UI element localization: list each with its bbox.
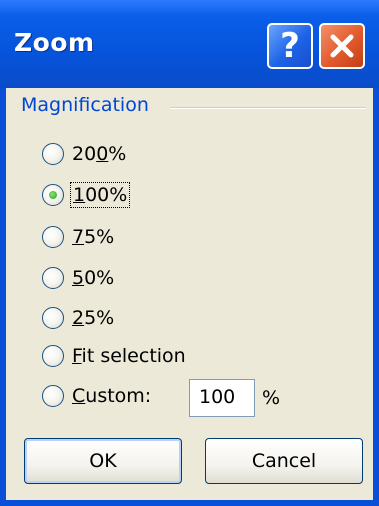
- radio-label: 50%: [72, 267, 115, 289]
- custom-zoom-input[interactable]: 100: [189, 379, 255, 417]
- radio-label: 200%: [72, 143, 127, 165]
- radio-label: Fit selection: [72, 345, 186, 367]
- radio-label: 75%: [72, 226, 115, 248]
- radio-button-selected[interactable]: [42, 184, 64, 206]
- help-button[interactable]: ?: [267, 23, 313, 69]
- percent-unit-label: %: [262, 387, 281, 409]
- radio-label: 100%: [69, 182, 131, 208]
- ok-button[interactable]: OK: [24, 438, 182, 484]
- radio-100-percent[interactable]: 100%: [42, 180, 131, 210]
- group-divider: [170, 107, 366, 109]
- radio-button[interactable]: [42, 267, 64, 289]
- radio-label: Custom:: [72, 385, 152, 407]
- radio-button[interactable]: [42, 143, 64, 165]
- radio-button[interactable]: [42, 226, 64, 248]
- magnification-group-label: Magnification: [21, 94, 157, 116]
- close-icon: [330, 34, 354, 58]
- radio-custom[interactable]: Custom:: [42, 381, 151, 411]
- radio-50-percent[interactable]: 50%: [42, 263, 114, 293]
- help-icon: ?: [280, 26, 300, 66]
- cancel-button[interactable]: Cancel: [205, 438, 363, 484]
- radio-75-percent[interactable]: 75%: [42, 222, 114, 252]
- title-bar[interactable]: Zoom ?: [0, 0, 379, 88]
- radio-200-percent[interactable]: 200%: [42, 139, 126, 169]
- radio-button[interactable]: [42, 345, 64, 367]
- radio-25-percent[interactable]: 25%: [42, 303, 114, 333]
- radio-button[interactable]: [42, 307, 64, 329]
- dialog-body: Magnification 200% 100% 75% 50% 25% Fit …: [6, 88, 373, 500]
- radio-fit-selection[interactable]: Fit selection: [42, 341, 186, 371]
- dialog-title: Zoom: [14, 28, 95, 57]
- zoom-dialog: Zoom ? Magnification 200% 100% 75% 50% 2…: [0, 0, 379, 506]
- radio-button[interactable]: [42, 385, 64, 407]
- close-button[interactable]: [319, 23, 365, 69]
- radio-label: 25%: [72, 307, 115, 329]
